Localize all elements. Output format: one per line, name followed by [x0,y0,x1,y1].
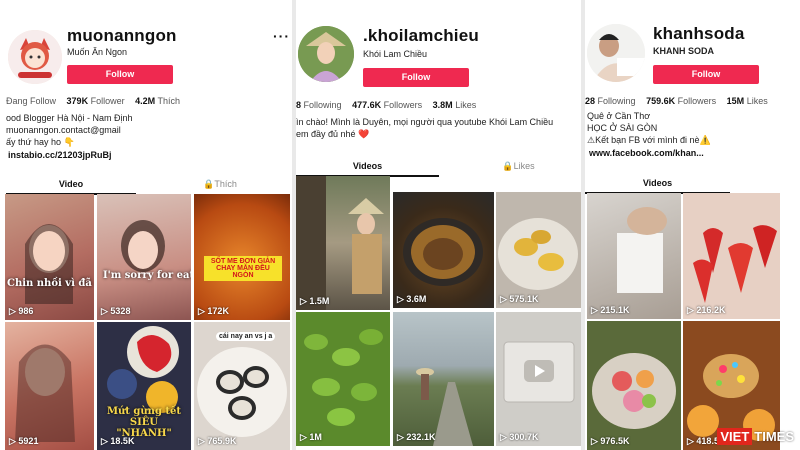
video-thumbnail[interactable]: SỐT ME ĐƠN GIẢN CHAY MẶN ĐỀU NGON ▷ 172K [194,194,290,320]
following-label[interactable]: Đang Follow [6,96,56,106]
view-count: ▷ 986 [9,306,34,316]
likes-label: Thích [157,96,180,106]
view-count: ▷ 976.5K [591,436,630,446]
stats-row: 8 Following 477.6K Followers 3.8M Likes [296,100,476,110]
following-count: 8 [296,100,302,110]
video-thumbnail[interactable]: ▷ 575.1K [496,192,581,308]
video-caption: Chin nhồi vì đã ăn [7,278,94,289]
view-count: ▷ 215.1K [591,305,630,315]
video-caption: Mứt gừng tết SIÊU "NHANH" [106,406,182,439]
follow-button[interactable]: Follow [363,68,469,87]
video-caption: cái nay an vs j a [216,332,276,341]
watermark-text: TIMES [754,429,794,444]
username: khanhsoda [653,24,745,43]
tab-likes[interactable]: 🔒Likes [456,157,581,175]
view-count: ▷ 172K [198,306,229,316]
bio: ood Blogger Hà Nội - Nam Định muonanngon… [6,112,133,148]
followers-label[interactable]: Followers [384,100,423,110]
bio-line: muonanngon.contact@gmail [6,125,121,135]
view-count: ▷ 232.1K [397,432,436,442]
followers-count: 379K [66,96,89,106]
more-options-icon[interactable]: ··· [273,28,290,44]
bio: Quê ở Cần Thơ HỌC Ở SÀI GÒN ⚠Kết bạn FB … [587,110,711,146]
view-count: ▷ 5328 [101,306,131,316]
video-thumbnail[interactable]: ▷ 5921 [5,322,94,450]
view-count: ▷ 1M [300,432,322,442]
followers-count: 759.6K [646,96,676,106]
likes-label: Likes [455,100,477,110]
bio-line: ấy thứ hay ho 👇 [6,137,75,147]
video-thumbnail[interactable]: ▷ 232.1K [393,312,494,446]
video-caption: I'm sorry for eating [103,270,191,281]
following-label[interactable]: Following [304,100,342,110]
bio-line: ood Blogger Hà Nội - Nam Định [6,113,133,123]
bio-line: ⚠Kết bạn FB với mình đi nè⚠️ [587,135,711,145]
video-thumbnail[interactable]: ▷ 1M [296,312,390,446]
view-count: ▷ 1.5M [300,296,330,306]
bio-line: em đầy đủ nhé ❤️ [296,129,370,139]
followers-label[interactable]: Followers [678,96,717,106]
video-caption: SỐT ME ĐƠN GIẢN CHAY MẶN ĐỀU NGON [204,256,282,281]
followers-label[interactable]: Follower [91,96,125,106]
bio: ìn chào! Mình là Duyên, mọi người qua yo… [296,116,553,140]
bio-line: HỌC Ở SÀI GÒN [587,123,658,133]
view-count: ▷ 5921 [9,436,39,446]
view-count: ▷ 18.5K [101,436,135,446]
view-count: ▷ 765.9K [198,436,237,446]
avatar[interactable] [8,30,62,84]
video-thumbnail[interactable]: ▷ 1.5M [296,176,390,310]
profile-link[interactable]: www.facebook.com/khan... [589,148,704,158]
bio-line: ìn chào! Mình là Duyên, mọi người qua yo… [296,117,554,127]
stats-row: Đang Follow 379K Follower 4.2M Thích [6,96,180,106]
username: muonanngon [67,26,177,45]
video-thumbnail[interactable]: ▷ 976.5K [587,321,681,450]
tab-videos[interactable]: Videos [585,174,730,194]
video-thumbnail[interactable]: cái nay an vs j a ▷ 765.9K [194,322,290,450]
stats-row: 28 Following 759.6K Followers 15M Likes [585,96,768,106]
video-thumbnail[interactable]: I'm sorry for eating ▷ 5328 [97,194,191,320]
avatar[interactable] [587,24,645,82]
profile-panel-muonanngon: muonanngon Muốn Ăn Ngon ··· Follow Đang … [0,0,292,450]
following-count: 28 [585,96,596,106]
likes-label: Likes [746,96,768,106]
profile-tabs: Videos 🔒Likes [296,157,581,177]
video-thumbnail[interactable]: ▷ 3.6M [393,192,494,308]
tab-videos[interactable]: Videos [296,157,439,177]
follow-button[interactable]: Follow [653,65,759,84]
follow-button[interactable]: Follow [67,65,173,84]
avatar[interactable] [298,26,354,82]
video-thumbnail[interactable]: Chin nhồi vì đã ăn ▷ 986 [5,194,94,320]
likes-count: 15M [726,96,745,106]
profile-tabs: Videos [585,174,800,194]
display-name: Khói Lam Chiều [363,49,428,59]
video-thumbnail[interactable]: ▷ 215.1K [587,193,681,319]
view-count: ▷ 300.7K [500,432,539,442]
profile-panel-khoilamchieu: .khoilamchieu Khói Lam Chiều Follow 8 Fo… [296,0,581,450]
video-thumbnail[interactable]: ▷ 216.2K [683,193,780,319]
profile-panel-khanhsoda: khanhsoda KHANH SODA Follow 28 Following… [585,0,800,450]
bio-line: Quê ở Cần Thơ [587,111,651,121]
video-thumbnail[interactable]: ▷ 300.7K [496,312,581,446]
profile-link[interactable]: instabio.cc/21203jpRuBj [8,150,112,160]
video-thumbnail[interactable]: Mứt gừng tết SIÊU "NHANH" ▷ 18.5K [97,322,191,450]
profile-tabs: Video 🔒Thích [0,175,292,195]
likes-count: 4.2M [135,96,156,106]
tab-likes[interactable]: 🔒Thích [150,175,290,193]
view-count: ▷ 3.6M [397,294,427,304]
likes-count: 3.8M [432,100,453,110]
display-name: Muốn Ăn Ngon [67,47,128,57]
following-label[interactable]: Following [598,96,636,106]
watermark-box: VIET [717,428,753,445]
followers-count: 477.6K [352,100,382,110]
display-name: KHANH SODA [653,46,715,56]
view-count: ▷ 575.1K [500,294,539,304]
username: .khoilamchieu [363,26,479,45]
tab-videos[interactable]: Video [6,175,136,195]
viettimes-watermark: VIET TIMES [717,428,794,445]
view-count: ▷ 216.2K [687,305,726,315]
